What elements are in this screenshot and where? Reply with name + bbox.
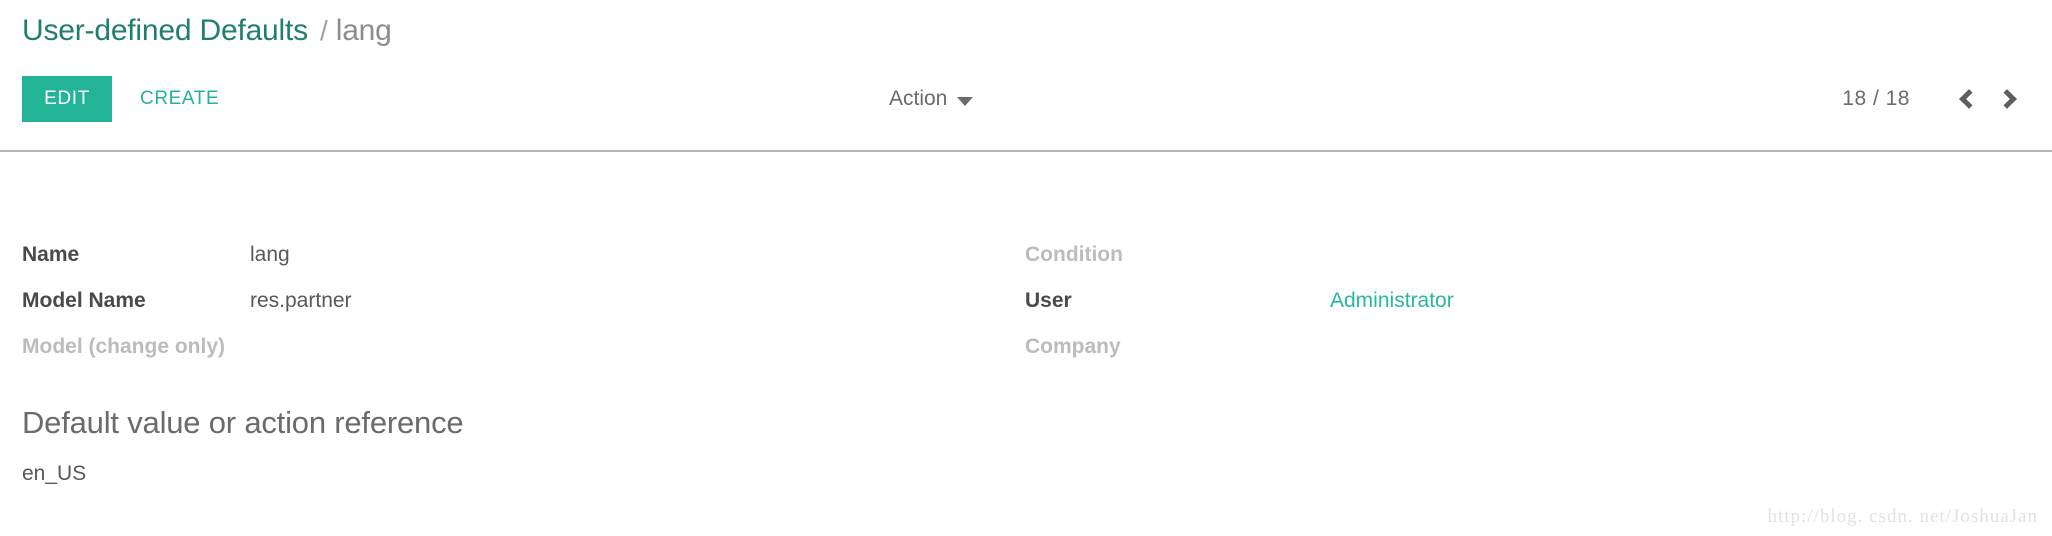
breadcrumb: User-defined Defaults / lang (22, 14, 392, 48)
field-value-model-name[interactable]: res.partner (250, 289, 352, 313)
pager-next-button[interactable] (1988, 78, 2030, 120)
default-value-section: Default value or action reference en_US (22, 405, 1422, 486)
field-value-user[interactable]: Administrator (1330, 289, 1454, 313)
field-value-name[interactable]: lang (250, 243, 290, 267)
breadcrumb-root-link[interactable]: User-defined Defaults (22, 14, 308, 48)
field-company: Company (1025, 335, 2025, 381)
pager-previous-button[interactable] (1946, 78, 1988, 120)
section-value-default[interactable]: en_US (22, 462, 1422, 486)
breadcrumb-separator: / (319, 15, 328, 46)
edit-button[interactable]: EDIT (22, 76, 112, 122)
field-model-name: Model Name res.partner (22, 289, 982, 335)
toolbar-divider (0, 150, 2052, 152)
section-title: Default value or action reference (22, 405, 464, 440)
breadcrumb-current: lang (335, 14, 392, 47)
caret-down-icon (957, 96, 974, 106)
field-model-change-only: Model (change only) (22, 335, 982, 381)
chevron-left-icon (1959, 89, 1979, 109)
pager: 18 / 18 (1842, 76, 2030, 122)
field-label-name: Name (22, 243, 80, 266)
field-label-model-name: Model Name (22, 289, 146, 312)
field-user: User Administrator (1025, 289, 2025, 335)
action-dropdown-label: Action (889, 87, 948, 110)
create-button[interactable]: CREATE (140, 76, 219, 122)
field-condition: Condition (1025, 243, 2025, 289)
record-toolbar: EDIT CREATE Action 18 / 18 (0, 76, 2052, 126)
field-label-model-change-only: Model (change only) (22, 335, 226, 358)
chevron-right-icon (1997, 89, 2017, 109)
field-name: Name lang (22, 243, 982, 289)
field-label-company: Company (1025, 335, 1121, 358)
field-label-user: User (1025, 289, 1072, 312)
field-label-condition: Condition (1025, 243, 1123, 266)
action-dropdown[interactable]: Action (889, 76, 974, 122)
pager-count: 18 / 18 (1842, 87, 1910, 110)
form-column-right: Condition User Administrator Company (1025, 243, 2025, 381)
form-column-left: Name lang Model Name res.partner Model (… (22, 243, 982, 381)
watermark: http://blog. csdn. net/JoshuaJan (1767, 506, 2038, 527)
